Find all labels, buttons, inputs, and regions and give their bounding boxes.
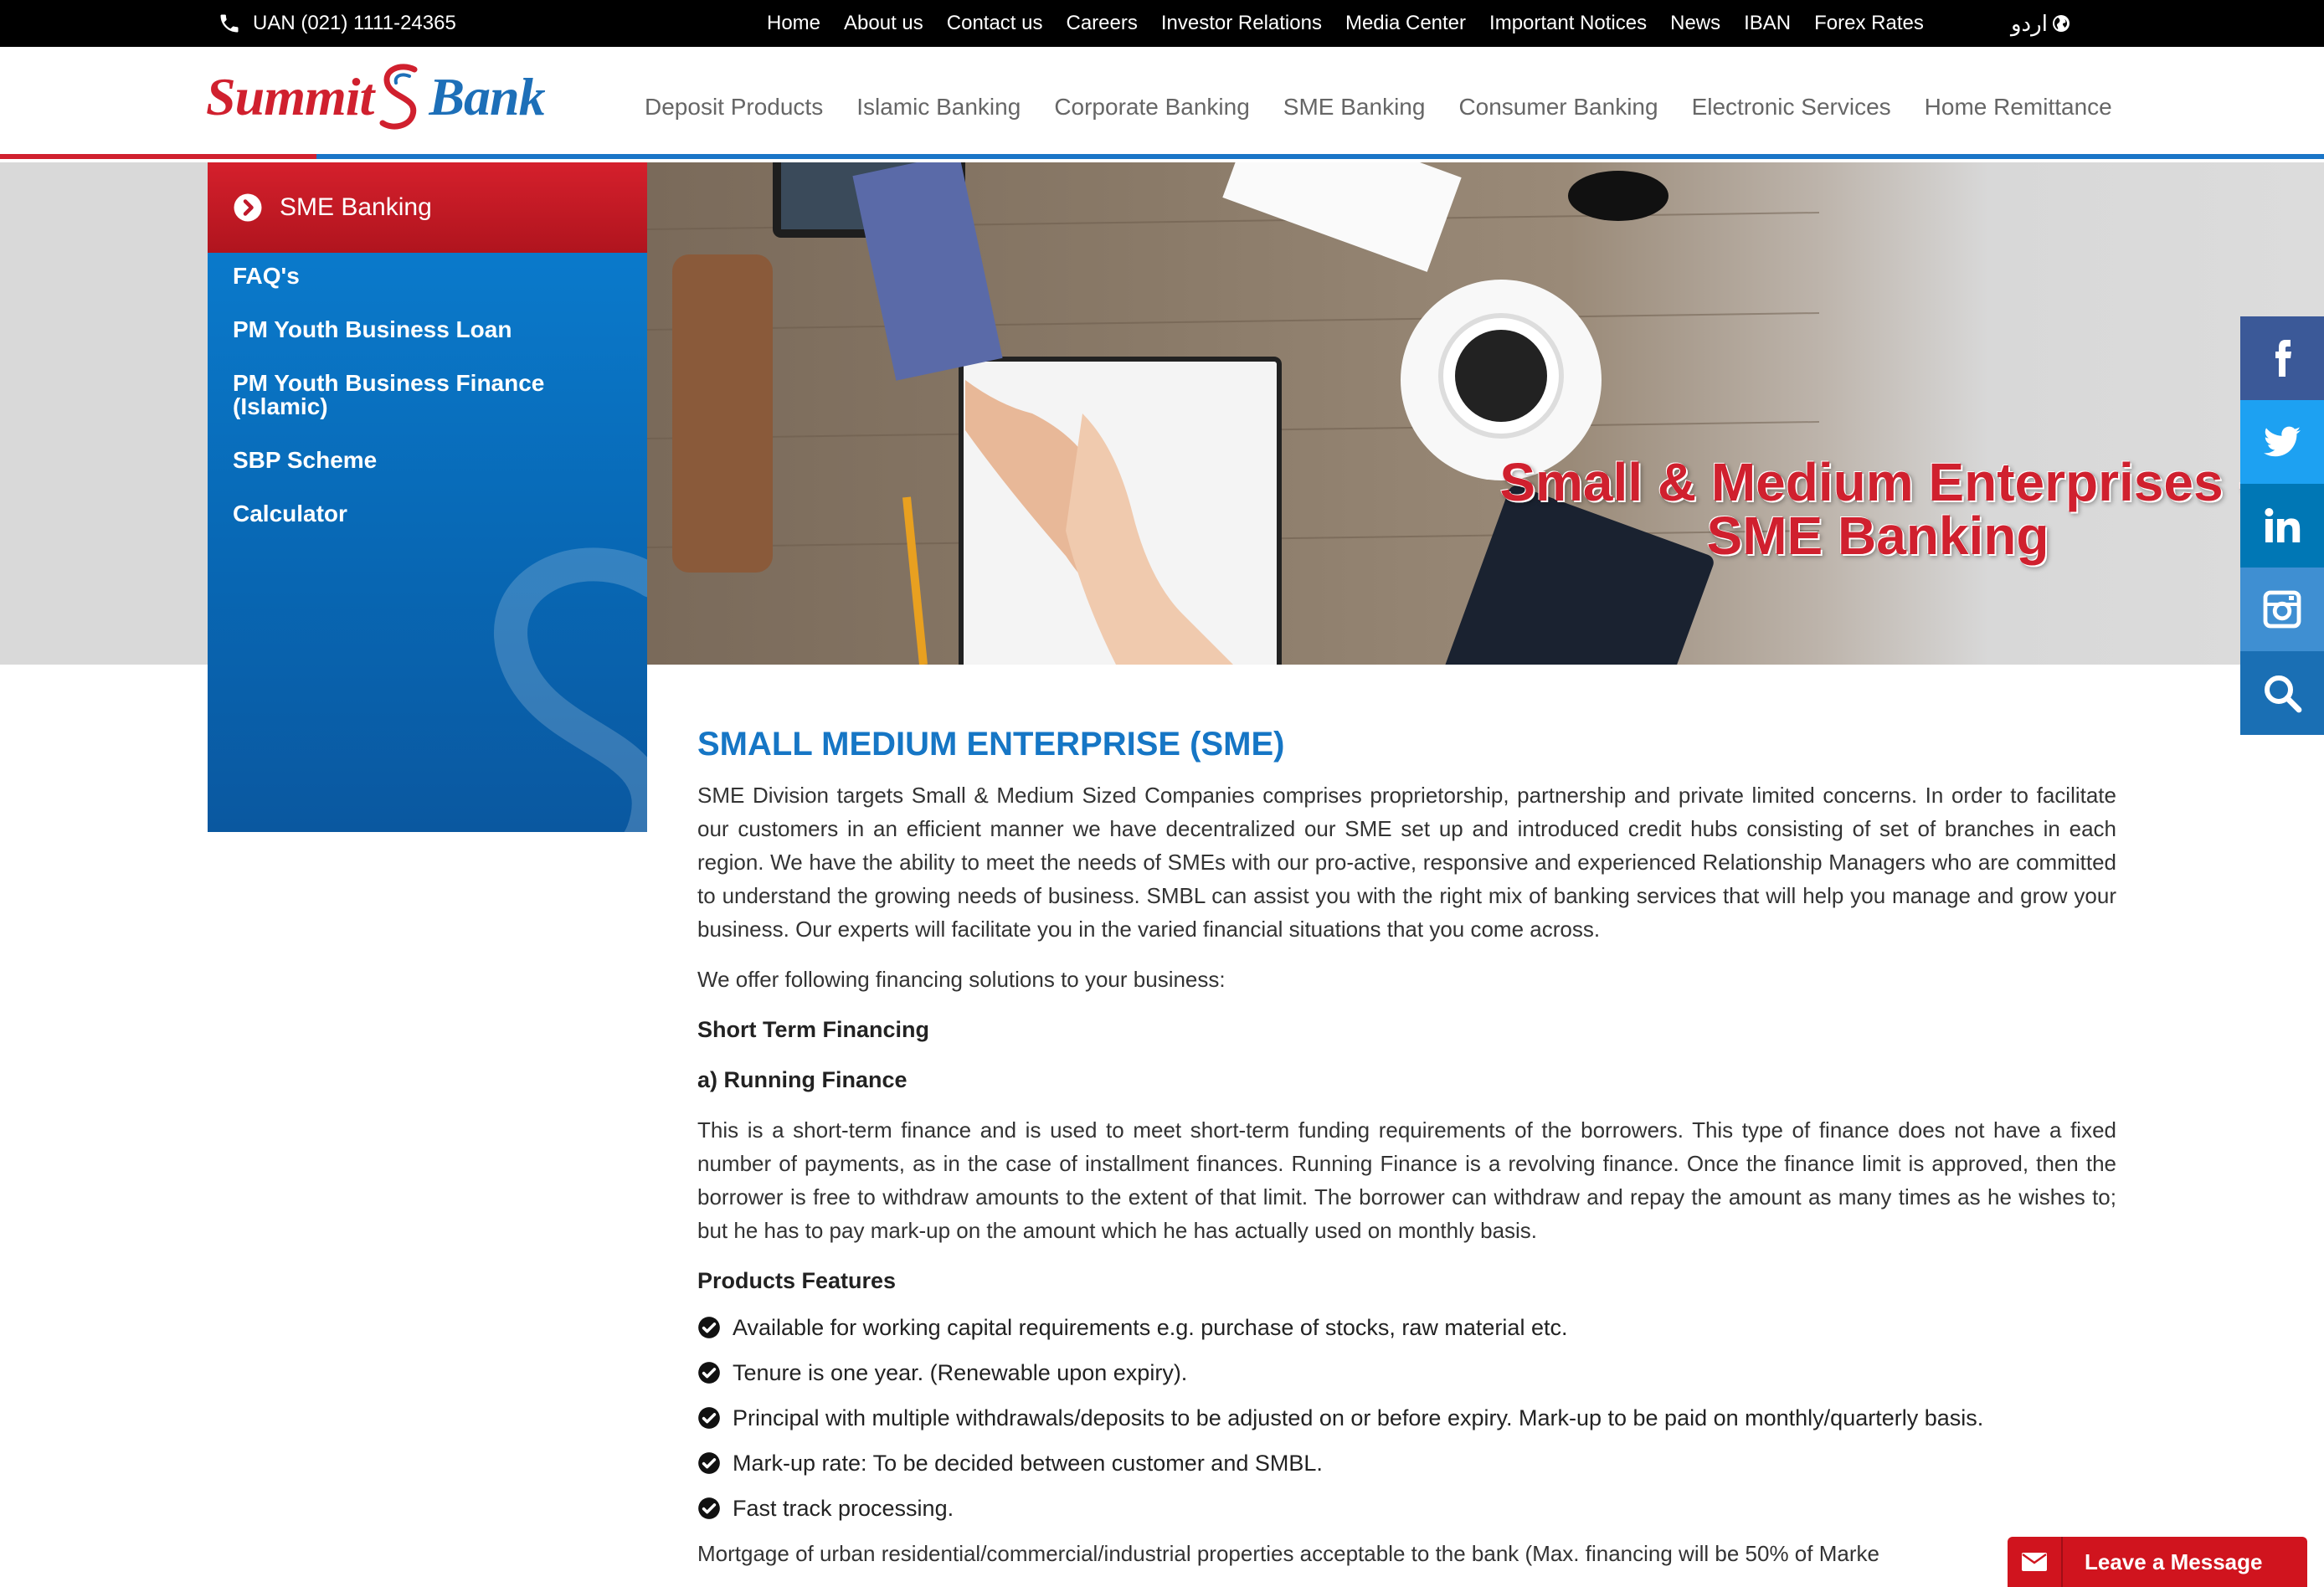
features-heading: Products Features	[697, 1268, 897, 1293]
linkedin-button[interactable]	[2240, 484, 2324, 568]
logo-bank-text: Bank	[429, 67, 545, 126]
nav-sme-banking[interactable]: SME Banking	[1283, 94, 1426, 121]
hero-title-line2: SME Banking	[1706, 506, 2049, 566]
nav-corporate-banking[interactable]: Corporate Banking	[1054, 94, 1249, 121]
short-term-heading: Short Term Financing	[697, 1017, 930, 1042]
check-circle-icon	[698, 1317, 720, 1338]
topnav-forex-rates[interactable]: Forex Rates	[1814, 12, 1924, 35]
twitter-icon	[2264, 426, 2301, 457]
logo-summit-text: Summit	[206, 67, 374, 126]
uan-contact: UAN (021) 1111-24365	[218, 0, 456, 47]
sidebar-list: FAQ's PM Youth Business Loan PM Youth Bu…	[208, 253, 647, 526]
topnav-home[interactable]: Home	[767, 12, 820, 35]
topnav-important-notices[interactable]: Important Notices	[1489, 12, 1647, 35]
page-title: SMALL MEDIUM ENTERPRISE (SME)	[697, 726, 1285, 763]
nav-consumer-banking[interactable]: Consumer Banking	[1458, 94, 1658, 121]
globe-icon	[2052, 15, 2069, 32]
linkedin-icon	[2265, 508, 2301, 542]
list-item: Fast track processing.	[697, 1492, 2116, 1525]
phone-icon	[220, 14, 239, 33]
intro-paragraph: SME Division targets Small & Medium Size…	[697, 783, 2116, 942]
hero-title: Small & Medium Enterprises - SME Banking	[1434, 455, 2321, 562]
summit-bank-logo[interactable]: Summit Bank	[206, 64, 546, 131]
offer-paragraph: We offer following financing solutions t…	[697, 967, 1226, 992]
sidebar-item-pm-youth-business-loan[interactable]: PM Youth Business Loan	[233, 318, 624, 342]
running-finance-description: This is a short-term finance and is used…	[697, 1117, 2116, 1243]
sidebar-item-sbp-scheme[interactable]: SBP Scheme	[233, 449, 624, 472]
feature-text: Mark-up rate: To be decided between cust…	[733, 1451, 1323, 1476]
list-item: Principal with multiple withdrawals/depo…	[697, 1401, 2116, 1435]
handshake-desk-image	[647, 162, 1819, 665]
search-icon	[2265, 675, 2302, 713]
sidebar-heading-label: SME Banking	[280, 193, 432, 221]
social-sidebar	[2240, 316, 2324, 735]
leave-message-label: Leave a Message	[2085, 1548, 2263, 1574]
running-finance-heading: a) Running Finance	[697, 1067, 907, 1092]
feature-text: Principal with multiple withdrawals/depo…	[733, 1405, 1984, 1430]
facebook-button[interactable]	[2240, 316, 2324, 400]
hero-banner: Small & Medium Enterprises - SME Banking	[647, 162, 2324, 665]
main-content: SMALL MEDIUM ENTERPRISE (SME) SME Divisi…	[697, 725, 2116, 1570]
topnav-media-center[interactable]: Media Center	[1345, 12, 1466, 35]
top-bar: UAN (021) 1111-24365 Home About us Conta…	[0, 0, 2324, 47]
topnav-news[interactable]: News	[1670, 12, 1720, 35]
features-list: Available for working capital requiremen…	[697, 1311, 2116, 1525]
uan-text: UAN (021) 1111-24365	[253, 12, 456, 34]
list-item: Available for working capital requiremen…	[697, 1311, 2116, 1344]
envelope-icon-box	[2008, 1537, 2063, 1587]
mortgage-paragraph: Mortgage of urban residential/commercial…	[697, 1541, 1879, 1566]
topnav-iban[interactable]: IBAN	[1744, 12, 1791, 35]
nav-home-remittance[interactable]: Home Remittance	[1925, 94, 2112, 121]
main-nav: Deposit Products Islamic Banking Corpora…	[645, 47, 2146, 167]
feature-text: Fast track processing.	[733, 1496, 954, 1521]
nav-electronic-services[interactable]: Electronic Services	[1692, 94, 1891, 121]
nav-islamic-banking[interactable]: Islamic Banking	[856, 94, 1021, 121]
list-item: Mark-up rate: To be decided between cust…	[697, 1446, 2116, 1480]
topnav-investor-relations[interactable]: Investor Relations	[1161, 12, 1322, 35]
feature-text: Available for working capital requiremen…	[733, 1315, 1568, 1340]
search-button[interactable]	[2240, 651, 2324, 735]
sidebar-item-calculator[interactable]: Calculator	[233, 502, 624, 526]
language-label: اردو	[2011, 10, 2048, 36]
check-circle-icon	[698, 1452, 720, 1474]
logo-s-mark	[379, 64, 418, 130]
list-item: Tenure is one year. (Renewable upon expi…	[697, 1356, 2116, 1389]
header-divider-red	[0, 154, 316, 159]
envelope-icon	[2022, 1553, 2047, 1571]
check-circle-icon	[698, 1362, 720, 1384]
header-divider-blue	[316, 154, 2324, 159]
feature-text: Tenure is one year. (Renewable upon expi…	[733, 1360, 1188, 1385]
sidebar-item-pm-youth-business-finance-islamic[interactable]: PM Youth Business Finance (Islamic)	[233, 372, 624, 419]
chevron-right-circle-icon	[234, 193, 262, 222]
s-watermark-icon	[494, 547, 647, 832]
top-nav: Home About us Contact us Careers Investo…	[767, 0, 1947, 47]
sidebar-item-faqs[interactable]: FAQ's	[233, 264, 624, 288]
topnav-about-us[interactable]: About us	[844, 12, 923, 35]
nav-deposit-products[interactable]: Deposit Products	[645, 94, 823, 121]
instagram-icon	[2263, 590, 2301, 629]
leave-message-button[interactable]: Leave a Message	[2008, 1537, 2307, 1587]
topnav-careers[interactable]: Careers	[1067, 12, 1138, 35]
sidebar-menu: SME Banking FAQ's PM Youth Business Loan…	[208, 162, 647, 832]
hero-title-line1: Small & Medium Enterprises -	[1499, 452, 2256, 512]
main-header: Summit Bank Deposit Products Islamic Ban…	[0, 47, 2324, 162]
sidebar-heading[interactable]: SME Banking	[208, 162, 647, 253]
check-circle-icon	[698, 1407, 720, 1429]
check-circle-icon	[698, 1497, 720, 1519]
topnav-contact-us[interactable]: Contact us	[947, 12, 1043, 35]
twitter-button[interactable]	[2240, 400, 2324, 484]
facebook-icon	[2275, 340, 2291, 377]
language-switch[interactable]: اردو	[2011, 0, 2071, 47]
instagram-button[interactable]	[2240, 568, 2324, 651]
